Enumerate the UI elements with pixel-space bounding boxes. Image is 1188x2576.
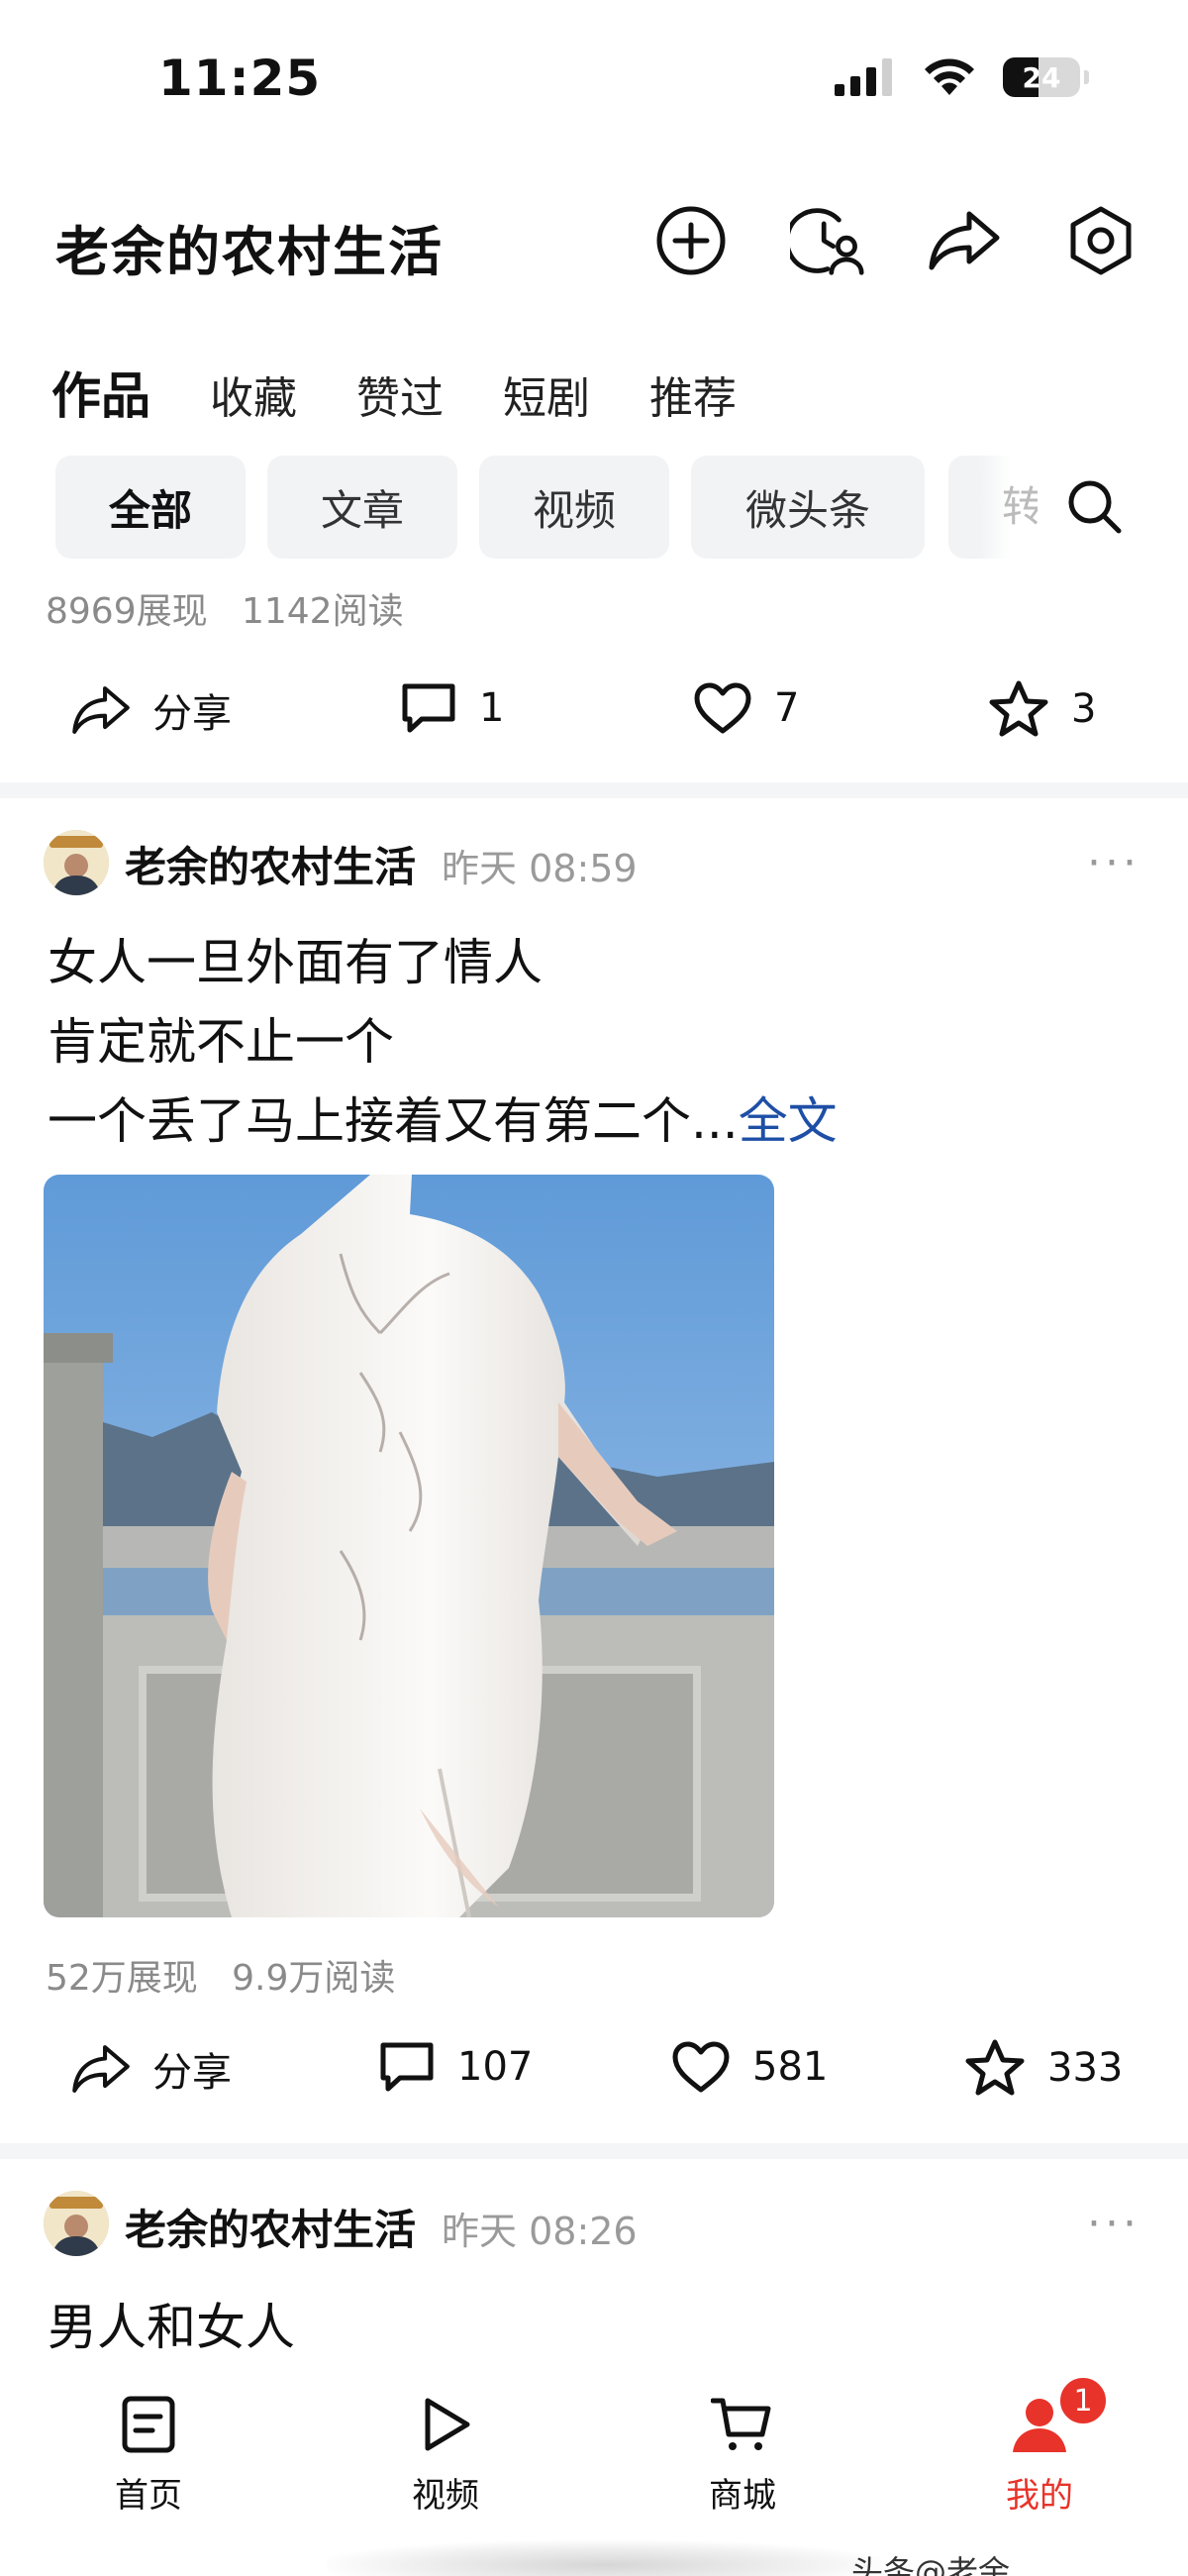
- share-label: 分享: [152, 2050, 232, 2096]
- post-divider: [0, 2143, 1188, 2159]
- comment-count: 1: [479, 685, 505, 731]
- share-label: 分享: [152, 691, 232, 737]
- nav-home-label: 首页: [115, 2476, 182, 2516]
- filter-micro-posts[interactable]: 微头条: [691, 456, 925, 559]
- post-header: 老余的农村生活 昨天 08:26: [125, 2197, 638, 2257]
- star-icon: [989, 680, 1048, 737]
- post-time: 昨天 08:26: [442, 2210, 638, 2253]
- like-count: 7: [774, 685, 800, 731]
- prev-post-impressions: 8969展现: [46, 591, 208, 632]
- status-icons: 24: [835, 57, 1089, 97]
- comment-button[interactable]: 107: [378, 2040, 533, 2094]
- photo-woman-in-qipao: [44, 1175, 774, 1917]
- prev-post-share-button[interactable]: 分享: [71, 681, 232, 739]
- more-options-button[interactable]: ···: [1087, 838, 1140, 888]
- tab-recommend[interactable]: 推荐: [649, 362, 737, 426]
- share-profile-button[interactable]: [927, 203, 1002, 278]
- prev-post-like-button[interactable]: 7: [693, 681, 799, 735]
- filter-all[interactable]: 全部: [55, 456, 246, 559]
- avatar[interactable]: [44, 2191, 109, 2256]
- prev-post-favorite-button[interactable]: 3: [988, 679, 1096, 739]
- nav-video[interactable]: 视频: [376, 2395, 515, 2517]
- search-button[interactable]: [1065, 477, 1125, 541]
- bottom-overlay: [327, 2540, 881, 2576]
- clock-user-icon: [790, 208, 864, 275]
- post-author[interactable]: 老余的农村生活: [125, 834, 416, 894]
- tab-favorites[interactable]: 收藏: [210, 362, 297, 426]
- profile-title: 老余的农村生活: [55, 221, 444, 283]
- battery-level: 24: [1022, 60, 1061, 94]
- header-actions: [653, 203, 1138, 278]
- post-line: 男人和女人: [48, 2299, 295, 2356]
- comment-count: 107: [457, 2044, 534, 2090]
- heart-icon: [672, 2041, 730, 2093]
- nav-mall-label: 商城: [709, 2476, 776, 2516]
- add-button[interactable]: [653, 203, 729, 278]
- prev-post-reads: 1142阅读: [241, 591, 404, 632]
- star-icon: [965, 2039, 1025, 2096]
- wifi-icon: [925, 58, 974, 95]
- post-body[interactable]: 女人一旦外面有了情人 肯定就不止一个 一个丢了马上接着又有第二个...全文: [48, 923, 838, 1161]
- filter-chips: 全部 文章 视频 微头条: [55, 456, 925, 559]
- like-button[interactable]: 581: [671, 2040, 828, 2094]
- signal-icon: [835, 58, 892, 96]
- post-author[interactable]: 老余的农村生活: [125, 2197, 416, 2257]
- share-icon: [72, 2045, 130, 2093]
- post-line: 女人一旦外面有了情人: [48, 934, 543, 991]
- notification-badge: 1: [1057, 2375, 1109, 2426]
- read-more-link[interactable]: 全文: [739, 1092, 838, 1150]
- post-body[interactable]: 男人和女人: [48, 2288, 295, 2367]
- share-button[interactable]: 分享: [71, 2040, 232, 2098]
- like-count: 581: [752, 2044, 829, 2090]
- comment-icon: [380, 2042, 434, 2092]
- status-time: 11:25: [158, 50, 322, 107]
- post-header: 老余的农村生活 昨天 08:59: [125, 834, 638, 894]
- tab-liked[interactable]: 赞过: [356, 362, 444, 426]
- avatar-image: [44, 830, 109, 895]
- post-stats: 52万展现 9.9万阅读: [46, 1949, 395, 2001]
- heart-icon: [694, 682, 751, 734]
- filter-videos[interactable]: 视频: [479, 456, 669, 559]
- filter-repost-partial[interactable]: 转: [948, 456, 1038, 559]
- post-line: 肯定就不止一个: [48, 1013, 394, 1071]
- cart-icon: [711, 2398, 771, 2450]
- watermark: 头条@老余: [851, 2553, 1011, 2576]
- post-divider: [0, 782, 1188, 798]
- avatar[interactable]: [44, 830, 109, 895]
- post-time: 昨天 08:59: [442, 847, 638, 890]
- post-impressions: 52万展现: [46, 1958, 198, 1999]
- tab-works[interactable]: 作品: [51, 357, 150, 428]
- gear-icon: [1070, 206, 1132, 275]
- more-options-button[interactable]: ···: [1087, 2199, 1140, 2249]
- play-icon: [425, 2398, 470, 2451]
- tab-short-drama[interactable]: 短剧: [503, 362, 590, 426]
- nav-me-label: 我的: [1006, 2476, 1073, 2516]
- history-button[interactable]: [790, 203, 865, 278]
- comment-icon: [402, 683, 455, 733]
- battery-indicator: 24: [1003, 57, 1080, 97]
- avatar-image: [44, 2191, 109, 2256]
- favorite-count: 3: [1071, 686, 1097, 732]
- prev-post-comment-button[interactable]: 1: [400, 681, 504, 735]
- nav-mall[interactable]: 商城: [673, 2395, 812, 2517]
- favorite-count: 333: [1047, 2045, 1124, 2091]
- post-line: 一个丢了马上接着又有第二个...: [48, 1092, 739, 1150]
- post-reads: 9.9万阅读: [232, 1958, 396, 1999]
- home-icon: [122, 2396, 175, 2453]
- share-icon: [72, 686, 130, 734]
- search-icon: [1068, 480, 1122, 534]
- plus-circle-icon: [656, 206, 726, 275]
- battery-tip: [1084, 70, 1089, 84]
- content-tabs: 作品 收藏 赞过 短剧 推荐: [51, 357, 737, 428]
- filter-articles[interactable]: 文章: [267, 456, 457, 559]
- settings-button[interactable]: [1063, 203, 1138, 278]
- post-image[interactable]: [44, 1175, 774, 1917]
- share-arrow-icon: [929, 211, 1000, 270]
- favorite-button[interactable]: 333: [964, 2038, 1123, 2098]
- nav-home[interactable]: 首页: [79, 2395, 218, 2517]
- prev-post-stats: 8969展现 1142阅读: [46, 582, 404, 634]
- nav-video-label: 视频: [412, 2476, 479, 2516]
